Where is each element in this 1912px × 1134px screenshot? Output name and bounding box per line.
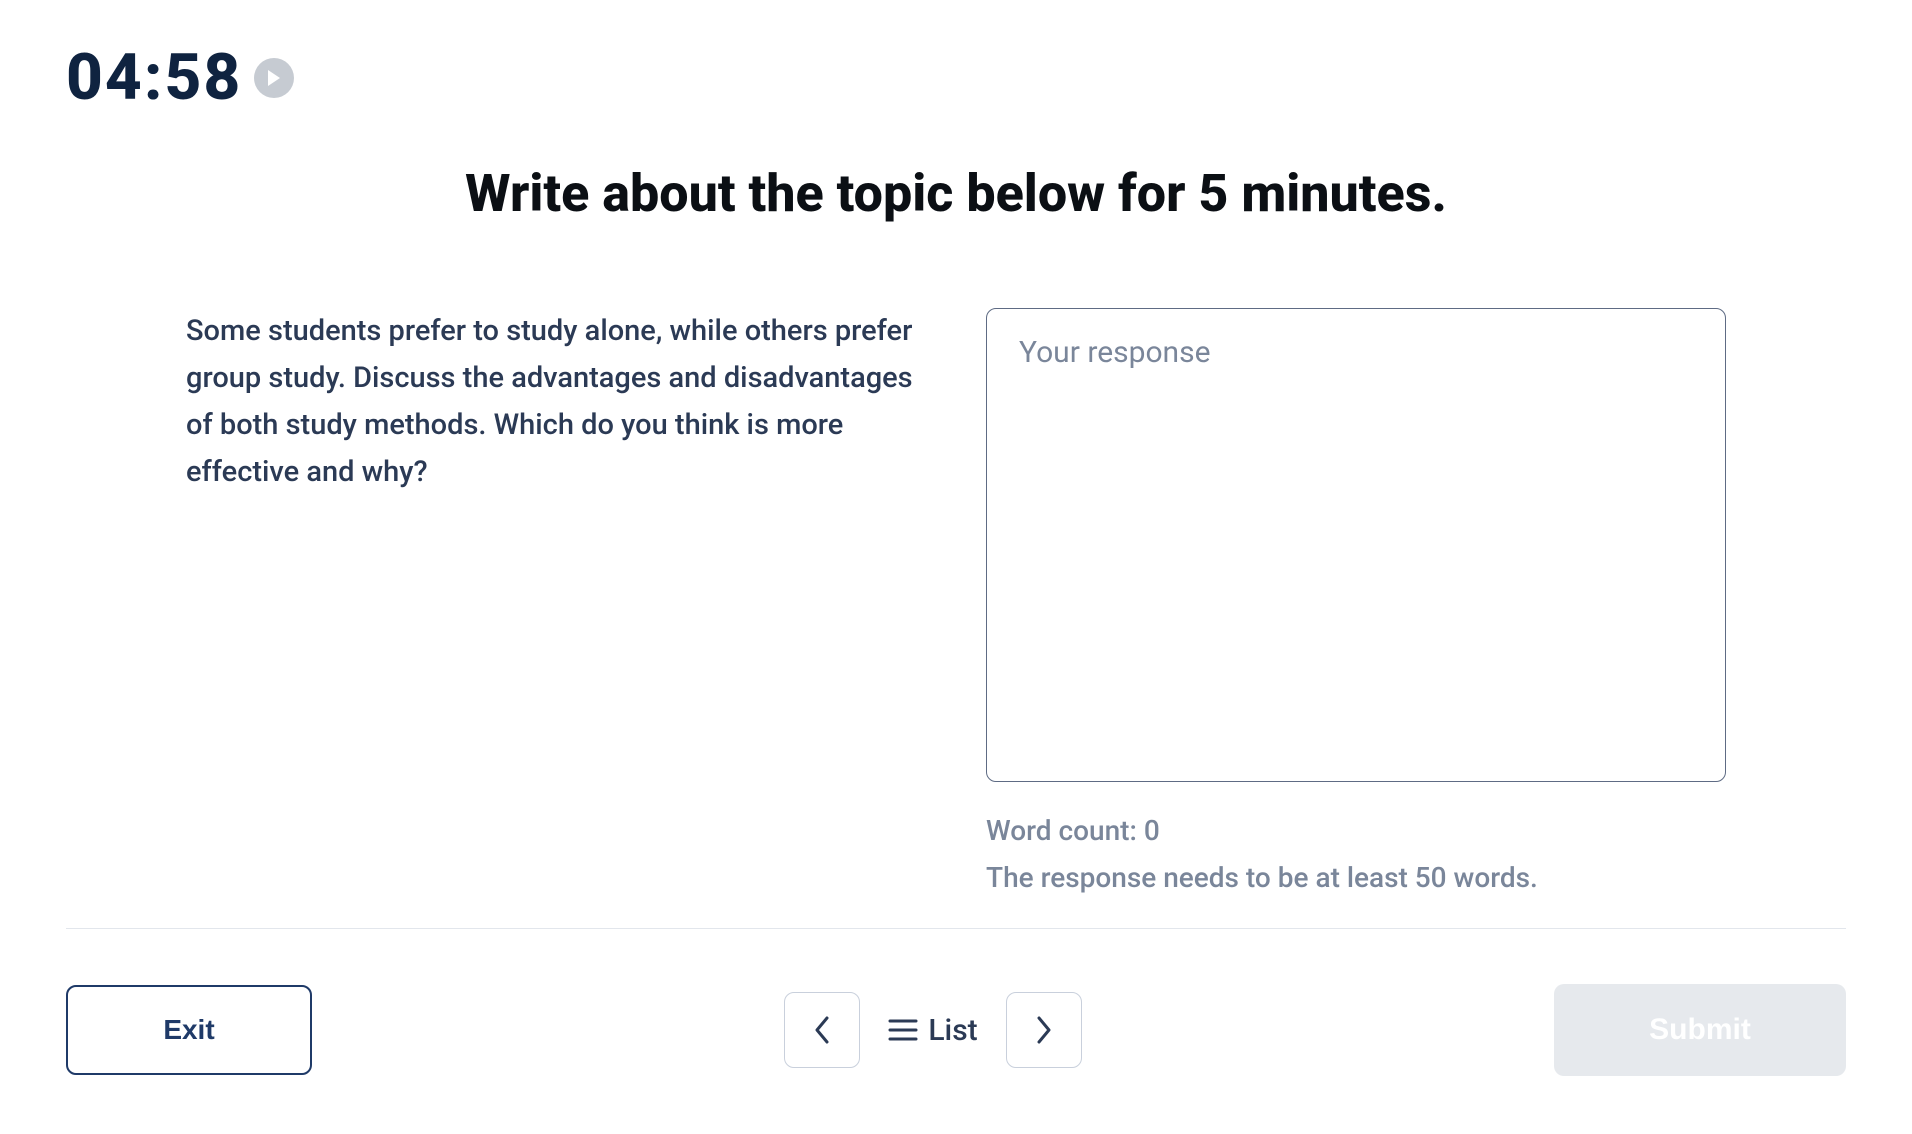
response-textarea[interactable] xyxy=(986,308,1726,782)
next-button[interactable] xyxy=(1006,992,1082,1068)
nav-group: List xyxy=(784,992,1081,1068)
content-area: Some students prefer to study alone, whi… xyxy=(66,308,1846,894)
page-root: 04:58 Write about the topic below for 5 … xyxy=(0,0,1912,1134)
list-button-label: List xyxy=(928,1013,977,1048)
prompt-text: Some students prefer to study alone, whi… xyxy=(186,308,926,496)
play-icon xyxy=(266,69,282,87)
footer-bar: Exit List Sub xyxy=(66,984,1846,1076)
divider xyxy=(66,928,1846,929)
submit-button-label: Submit xyxy=(1649,1013,1751,1047)
response-column: Word count: 0 The response needs to be a… xyxy=(986,308,1726,894)
hamburger-icon xyxy=(888,1018,918,1042)
timer-display: 04:58 xyxy=(66,40,242,115)
play-button[interactable] xyxy=(254,58,294,98)
word-count-label: Word count: 0 xyxy=(986,814,1726,847)
chevron-left-icon xyxy=(813,1015,831,1045)
prev-button[interactable] xyxy=(784,992,860,1068)
list-button[interactable]: List xyxy=(882,1013,983,1048)
chevron-right-icon xyxy=(1035,1015,1053,1045)
min-words-label: The response needs to be at least 50 wor… xyxy=(986,861,1726,894)
exit-button[interactable]: Exit xyxy=(66,985,312,1075)
timer-row: 04:58 xyxy=(66,40,1846,115)
prompt-column: Some students prefer to study alone, whi… xyxy=(186,308,926,894)
exit-button-label: Exit xyxy=(163,1014,214,1046)
page-title: Write about the topic below for 5 minute… xyxy=(66,163,1846,224)
submit-button[interactable]: Submit xyxy=(1554,984,1846,1076)
